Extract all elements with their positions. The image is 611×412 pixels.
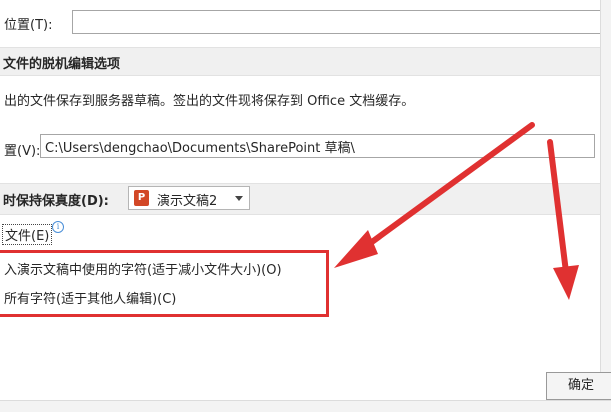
window-frame-right [600,0,611,411]
ok-button[interactable]: 确定 [546,372,611,400]
annotation-arrow-left [334,122,535,268]
window-frame-bottom [0,400,611,412]
annotation-arrow-down [547,139,579,300]
annotation-arrows [334,122,579,300]
